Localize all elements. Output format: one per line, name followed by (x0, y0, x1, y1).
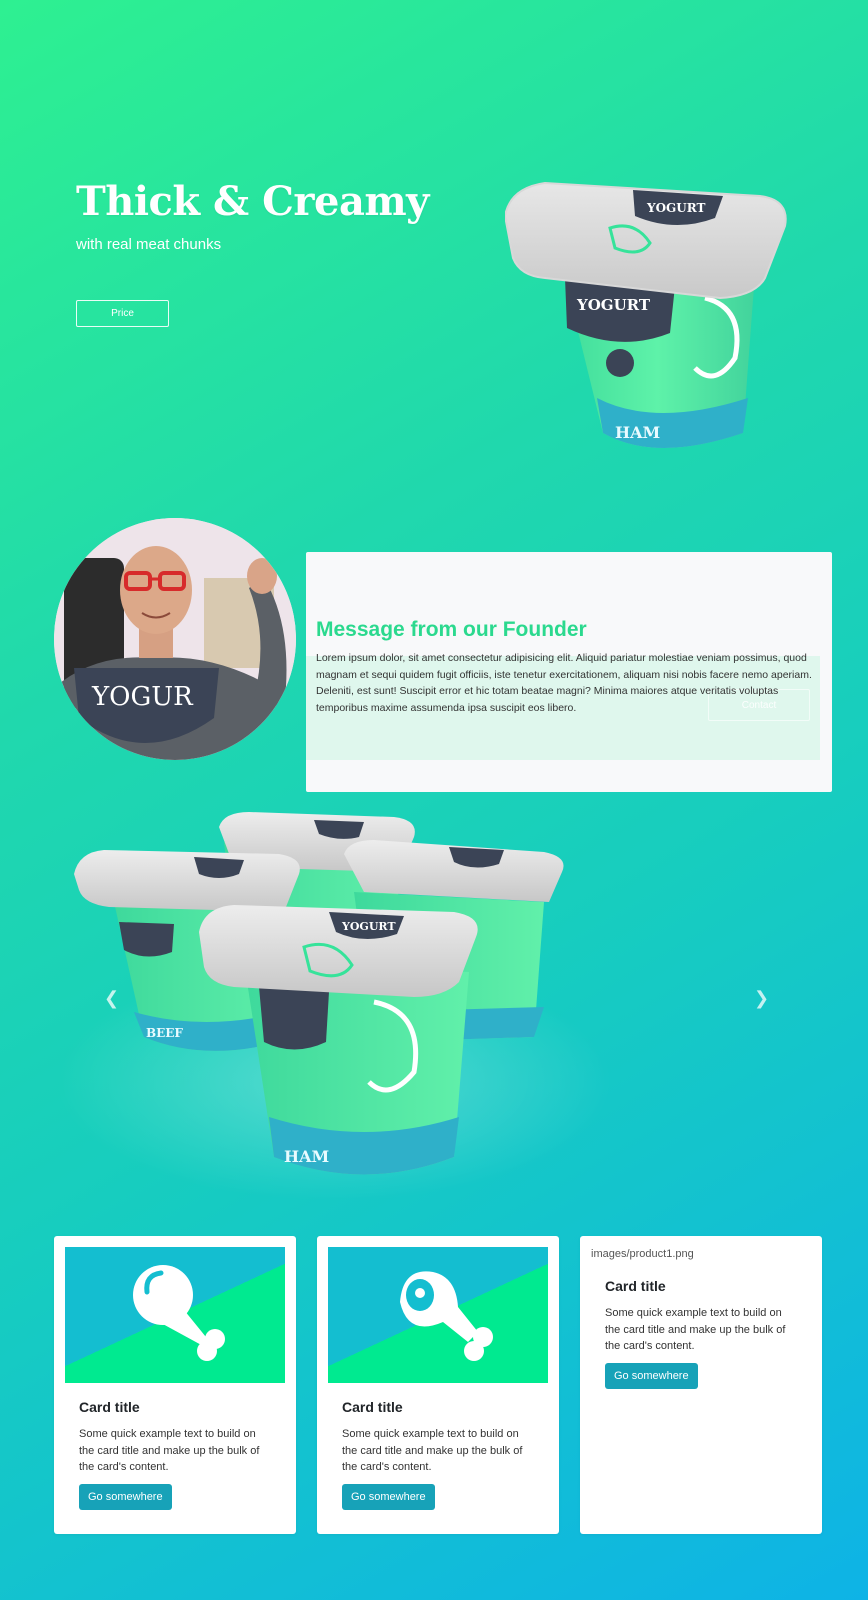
founder-title: Message from our Founder (316, 618, 587, 641)
hero-yogurt-cup-image: HAM YOGURT YOGURT (503, 178, 800, 458)
cup-body-yogurt-text: YOGURT (576, 296, 651, 314)
hero-subtitle: with real meat chunks (76, 236, 222, 253)
card-image (328, 1247, 548, 1383)
card-title: Card title (79, 1399, 140, 1415)
card-image (65, 1247, 285, 1383)
founder-shirt-text: YOGUR (91, 682, 194, 712)
card-text: Some quick example text to build on the … (79, 1428, 260, 1473)
front-cup-lid-text: YOGURT (341, 920, 396, 933)
drumstick-icon (133, 1265, 225, 1361)
founder-message-text: Lorem ipsum dolor, sit amet consectetur … (316, 652, 812, 714)
beef-flavor-label: BEEF (146, 1026, 183, 1040)
hero-title: Thick & Creamy (76, 178, 429, 225)
ham-icon (400, 1271, 493, 1361)
card-title: Card title (342, 1399, 403, 1415)
chevron-right-icon[interactable]: ❯ (754, 988, 769, 1009)
card-text: Some quick example text to build on the … (342, 1428, 523, 1473)
price-button[interactable]: Price (76, 300, 169, 327)
founder-message-card: Contact Message from our Founder Lorem i… (306, 552, 832, 792)
ham-flavor-label: HAM (284, 1147, 329, 1166)
go-somewhere-button[interactable]: Go somewhere (342, 1484, 435, 1510)
cup-lid-yogurt-text: YOGURT (646, 201, 705, 215)
chevron-left-icon[interactable]: ❮ (104, 988, 119, 1009)
cup-flavor-label: HAM (615, 423, 660, 442)
four-pack-yogurt-image: BEEF HAM YOGURT (74, 812, 564, 1175)
go-somewhere-button[interactable]: Go somewhere (79, 1484, 172, 1510)
product-card-1: Card title Some quick example text to bu… (54, 1236, 296, 1534)
go-somewhere-button[interactable]: Go somewhere (605, 1363, 698, 1389)
card-title: Card title (605, 1278, 666, 1294)
product-card-3: images/product1.png Card title Some quic… (580, 1236, 822, 1534)
product-card-2: Card title Some quick example text to bu… (317, 1236, 559, 1534)
founder-photo: YOGUR (54, 518, 296, 760)
broken-image-alt: images/product1.png (591, 1248, 694, 1260)
product-carousel[interactable]: BEEF HAM YOGURT ❮ ❯ (54, 812, 814, 1202)
card-text: Some quick example text to build on the … (605, 1307, 786, 1352)
